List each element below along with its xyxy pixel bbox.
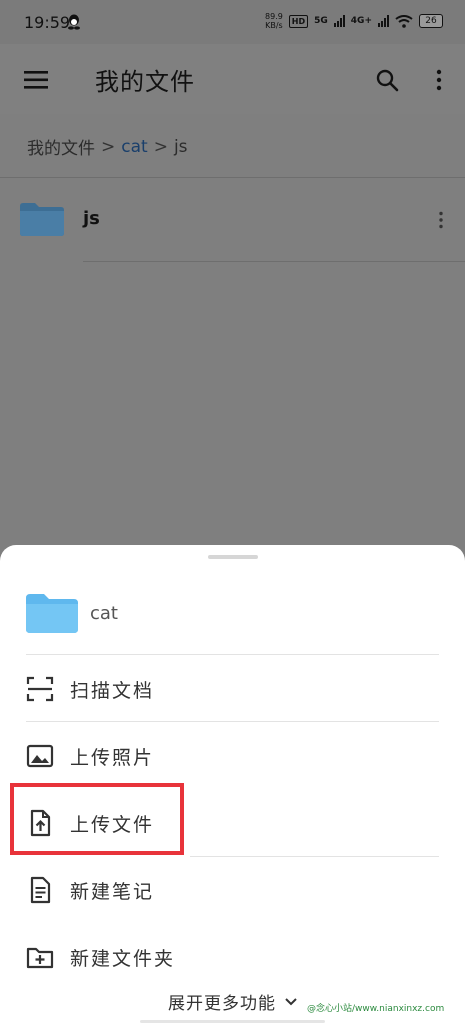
- page-title: 我的文件: [95, 68, 195, 96]
- menu-icon[interactable]: [24, 71, 48, 89]
- expand-more-button[interactable]: 展开更多功能: [168, 989, 298, 1014]
- breadcrumb-separator: >: [101, 136, 116, 157]
- app-bar: 我的文件: [0, 44, 465, 114]
- drag-handle[interactable]: [208, 555, 258, 559]
- new-folder-icon: [26, 947, 54, 969]
- status-indicators: 89.9 KB/s HD 5G 4G+ 26: [265, 12, 443, 30]
- list-item[interactable]: js: [0, 178, 465, 262]
- sheet-folder-header: cat: [0, 583, 465, 653]
- signal-icon: [333, 15, 345, 27]
- scan-document-button[interactable]: 扫描文档: [0, 655, 465, 721]
- file-name: js: [83, 208, 100, 229]
- signal-icon-2: [378, 15, 389, 27]
- expand-more-label: 展开更多功能: [168, 994, 276, 1014]
- status-bar: 19:59 89.9 KB/s HD 5G 4G+ 26: [0, 0, 465, 44]
- bottom-sheet: cat 扫描文档 上传照片 上传文件 新建笔记 新建文件夹 展开更多功能 @念心…: [0, 545, 465, 1024]
- network-speed: 89.9 KB/s: [265, 12, 283, 30]
- sig2-label: 4G+: [350, 16, 372, 26]
- qq-notification-icon: [68, 14, 80, 30]
- action-label: 新建文件夹: [70, 948, 176, 970]
- new-folder-button[interactable]: 新建文件夹: [0, 923, 465, 989]
- hd-badge: HD: [288, 14, 309, 28]
- watermark: @念心小站/www.nianxinxz.com: [307, 1004, 445, 1014]
- search-icon[interactable]: [375, 68, 399, 92]
- action-label: 新建笔记: [70, 881, 155, 903]
- more-options-icon[interactable]: [430, 68, 448, 92]
- chevron-down-icon: [285, 997, 297, 1005]
- net-speed-value: 89.9: [264, 12, 283, 21]
- note-icon: [30, 876, 51, 904]
- image-icon: [26, 744, 54, 768]
- folder-icon: [26, 594, 78, 633]
- upload-photo-button[interactable]: 上传照片: [0, 722, 465, 788]
- sheet-folder-name: cat: [90, 603, 118, 624]
- sig1-label: 5G: [314, 16, 328, 26]
- breadcrumb-folder[interactable]: cat: [121, 137, 147, 157]
- breadcrumb-current: js: [173, 136, 188, 157]
- folder-icon: [20, 203, 64, 236]
- battery-icon: 26: [419, 14, 443, 28]
- breadcrumb-root[interactable]: 我的文件: [27, 134, 95, 159]
- home-indicator[interactable]: [140, 1020, 325, 1023]
- divider: [83, 261, 465, 262]
- breadcrumb: 我的文件 > cat > js: [27, 134, 188, 160]
- action-label: 扫描文档: [70, 680, 155, 702]
- item-more-icon[interactable]: [436, 211, 446, 229]
- breadcrumb-separator: >: [153, 136, 168, 157]
- status-time: 19:59: [24, 13, 71, 32]
- new-note-button[interactable]: 新建笔记: [0, 856, 465, 922]
- scan-icon: [26, 676, 54, 702]
- wifi-icon: [395, 14, 413, 28]
- highlight-box: [10, 783, 184, 855]
- net-speed-unit: KB/s: [265, 21, 283, 30]
- action-label: 上传照片: [70, 747, 155, 769]
